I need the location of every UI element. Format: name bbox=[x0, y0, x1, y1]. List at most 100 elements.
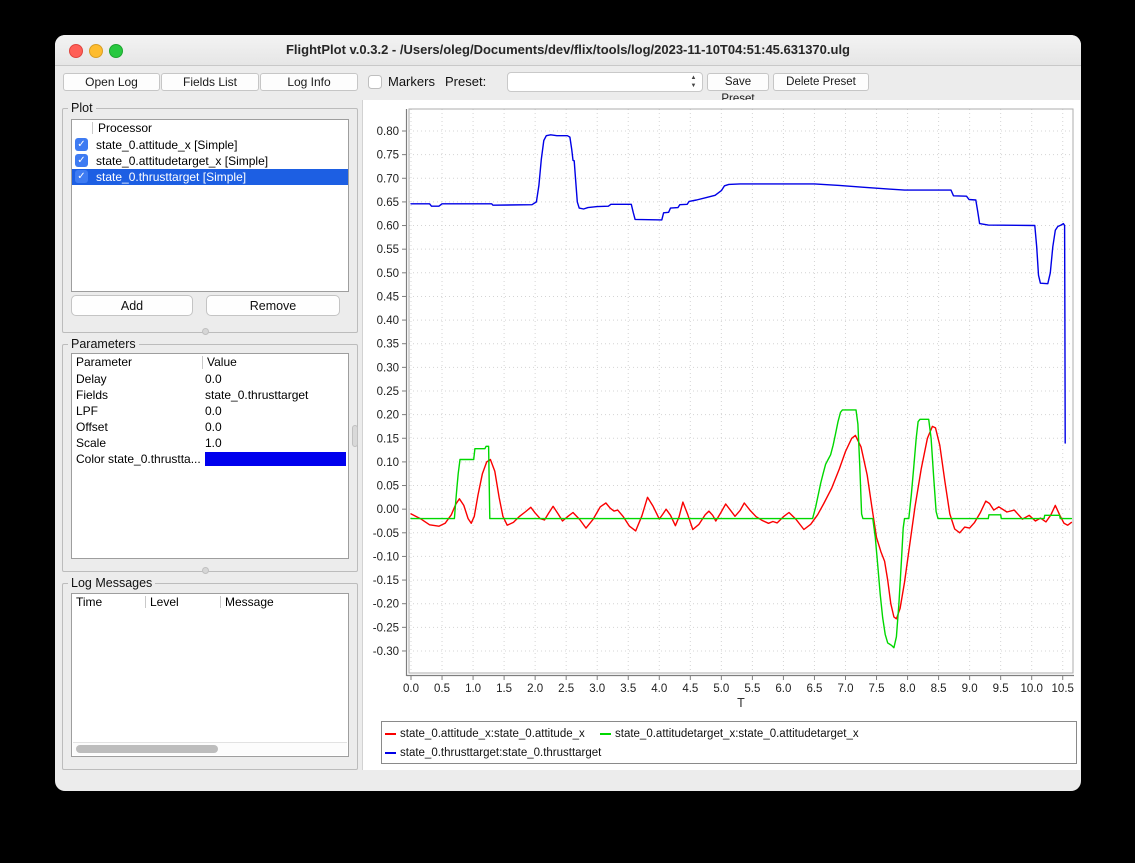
x-axis-tick-label: 6.0 bbox=[775, 683, 791, 695]
param-value[interactable]: 1.0 bbox=[205, 435, 222, 451]
y-axis-tick-label: 0.00 bbox=[377, 504, 399, 516]
window-title: FlightPlot v.0.3.2 - /Users/oleg/Documen… bbox=[55, 35, 1081, 65]
legend-line-swatch bbox=[385, 733, 396, 735]
y-axis-tick-label: 0.65 bbox=[377, 197, 399, 209]
processor-table-header: Processor bbox=[72, 120, 348, 136]
param-name: Delay bbox=[76, 371, 107, 387]
remove-button[interactable]: Remove bbox=[206, 295, 340, 316]
open-log-button[interactable]: Open Log bbox=[63, 73, 160, 91]
row-label: state_0.attitudetarget_x [Simple] bbox=[96, 153, 268, 169]
vertical-splitter-grip-icon[interactable] bbox=[352, 425, 358, 447]
y-axis-tick-label: 0.30 bbox=[377, 362, 399, 374]
param-color-swatch[interactable] bbox=[205, 452, 346, 466]
delete-preset-button[interactable]: Delete Preset bbox=[773, 73, 869, 91]
x-axis-tick-label: 10.5 bbox=[1052, 683, 1074, 695]
x-axis-tick-label: 7.0 bbox=[837, 683, 853, 695]
y-axis-tick-label: 0.25 bbox=[377, 386, 399, 398]
y-axis-tick-label: 0.60 bbox=[377, 221, 399, 233]
plot-panel: Plot Processor ✓ state_0.attitude_x [Sim… bbox=[62, 108, 358, 333]
title-bar[interactable]: FlightPlot v.0.3.2 - /Users/oleg/Documen… bbox=[55, 35, 1081, 66]
save-preset-button[interactable]: Save Preset bbox=[707, 73, 769, 91]
y-axis-tick-label: -0.30 bbox=[373, 646, 399, 658]
processor-column-header: Processor bbox=[98, 120, 152, 136]
flight-plot-chart[interactable]: 0.800.750.700.650.600.550.500.450.400.35… bbox=[363, 100, 1081, 712]
parameters-table[interactable]: Parameter Value Delay 0.0 Fields state_0… bbox=[71, 353, 349, 559]
y-axis-tick-label: 0.40 bbox=[377, 315, 399, 327]
parameter-column-header: Parameter bbox=[76, 354, 132, 371]
splitter-grip-icon[interactable] bbox=[202, 567, 209, 574]
y-axis-tick-label: 0.80 bbox=[377, 126, 399, 138]
param-name: Color state_0.thrustta... bbox=[76, 451, 201, 467]
markers-checkbox[interactable] bbox=[368, 75, 382, 89]
flightplot-window: FlightPlot v.0.3.2 - /Users/oleg/Documen… bbox=[55, 35, 1081, 791]
x-axis-tick-label: 6.5 bbox=[806, 683, 822, 695]
x-axis-tick-label: 1.5 bbox=[496, 683, 512, 695]
y-axis-tick-label: -0.10 bbox=[373, 551, 399, 563]
scrollbar-thumb[interactable] bbox=[76, 745, 218, 753]
x-axis-tick-label: 4.5 bbox=[682, 683, 698, 695]
x-axis-tick-label: 4.0 bbox=[651, 683, 667, 695]
row-checkbox-icon[interactable]: ✓ bbox=[75, 170, 88, 183]
y-axis-tick-label: 0.35 bbox=[377, 339, 399, 351]
x-axis-tick-label: 9.5 bbox=[993, 683, 1009, 695]
log-messages-panel-title: Log Messages bbox=[68, 576, 155, 590]
markers-label: Markers bbox=[388, 73, 435, 91]
legend-label: state_0.attitudetarget_x:state_0.attitud… bbox=[615, 726, 859, 742]
y-axis-tick-label: -0.05 bbox=[373, 528, 399, 540]
table-row[interactable]: ✓ state_0.attitudetarget_x [Simple] bbox=[72, 153, 348, 169]
combo-stepper-icon[interactable]: ▲▼ bbox=[688, 74, 699, 90]
x-axis-tick-label: 2.5 bbox=[558, 683, 574, 695]
level-column-header: Level bbox=[150, 594, 179, 610]
x-axis-tick-label: 8.5 bbox=[931, 683, 947, 695]
add-button[interactable]: Add bbox=[71, 295, 193, 316]
y-axis-tick-label: 0.10 bbox=[377, 457, 399, 469]
y-axis-tick-label: 0.50 bbox=[377, 268, 399, 280]
row-label: state_0.thrusttarget [Simple] bbox=[96, 169, 246, 185]
x-axis-tick-label: 0.0 bbox=[403, 683, 419, 695]
x-axis-tick-label: 10.0 bbox=[1021, 683, 1043, 695]
y-axis-tick-label: 0.05 bbox=[377, 481, 399, 493]
time-column-header: Time bbox=[76, 594, 102, 610]
row-checkbox-icon[interactable]: ✓ bbox=[75, 154, 88, 167]
param-name: Fields bbox=[76, 387, 108, 403]
processor-table[interactable]: Processor ✓ state_0.attitude_x [Simple] … bbox=[71, 119, 349, 292]
x-axis-tick-label: 1.0 bbox=[465, 683, 481, 695]
table-row[interactable]: ✓ state_0.thrusttarget [Simple] bbox=[72, 169, 348, 185]
y-axis-tick-label: 0.15 bbox=[377, 433, 399, 445]
chart-legend: state_0.attitude_x:state_0.attitude_x st… bbox=[381, 721, 1077, 764]
y-axis-tick-label: -0.25 bbox=[373, 622, 399, 634]
value-column-header: Value bbox=[207, 354, 237, 371]
x-axis-tick-label: 5.0 bbox=[713, 683, 729, 695]
param-value[interactable]: 0.0 bbox=[205, 419, 222, 435]
param-value[interactable]: 0.0 bbox=[205, 371, 222, 387]
param-value[interactable]: state_0.thrusttarget bbox=[205, 387, 308, 403]
splitter-grip-icon[interactable] bbox=[202, 328, 209, 335]
log-messages-table[interactable]: Time Level Message bbox=[71, 593, 349, 757]
x-axis-tick-label: 5.5 bbox=[744, 683, 760, 695]
horizontal-scrollbar[interactable] bbox=[73, 742, 347, 755]
param-name: Scale bbox=[76, 435, 106, 451]
log-table-header: Time Level Message bbox=[72, 594, 348, 610]
x-axis-tick-label: 0.5 bbox=[434, 683, 450, 695]
y-axis-tick-label: -0.15 bbox=[373, 575, 399, 587]
legend-line-swatch bbox=[385, 752, 396, 754]
chart-panel[interactable]: 0.800.750.700.650.600.550.500.450.400.35… bbox=[362, 100, 1080, 770]
y-axis-tick-label: 0.75 bbox=[377, 150, 399, 162]
row-label: state_0.attitude_x [Simple] bbox=[96, 137, 237, 153]
row-checkbox-icon[interactable]: ✓ bbox=[75, 138, 88, 151]
plot-panel-title: Plot bbox=[68, 101, 96, 115]
parameters-panel-title: Parameters bbox=[68, 337, 139, 351]
x-axis-tick-label: 7.5 bbox=[869, 683, 885, 695]
y-axis-tick-label: 0.55 bbox=[377, 244, 399, 256]
log-messages-panel: Log Messages Time Level Message bbox=[62, 583, 358, 770]
fields-list-button[interactable]: Fields List bbox=[161, 73, 259, 91]
y-axis-tick-label: 0.45 bbox=[377, 291, 399, 303]
param-value[interactable]: 0.0 bbox=[205, 403, 222, 419]
x-axis-tick-label: 8.0 bbox=[900, 683, 916, 695]
log-info-button[interactable]: Log Info bbox=[260, 73, 358, 91]
legend-line-swatch bbox=[600, 733, 611, 735]
preset-combobox[interactable]: ▲▼ bbox=[507, 72, 703, 92]
parameters-panel: Parameters Parameter Value Delay 0.0 Fie… bbox=[62, 344, 358, 572]
y-axis-tick-label: 0.20 bbox=[377, 410, 399, 422]
table-row[interactable]: ✓ state_0.attitude_x [Simple] bbox=[72, 137, 348, 153]
